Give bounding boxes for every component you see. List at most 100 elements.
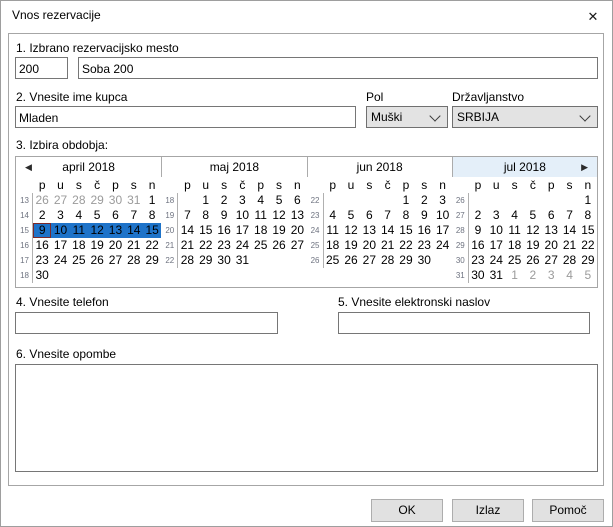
calendar-day[interactable]: 24 xyxy=(51,253,69,268)
calendar-day[interactable]: 25 xyxy=(324,253,342,268)
calendar-day[interactable]: 15 xyxy=(143,223,161,238)
calendar-day[interactable]: 2 xyxy=(415,193,433,208)
calendar-day[interactable]: 6 xyxy=(542,208,560,223)
calendar-day[interactable]: 12 xyxy=(270,208,288,223)
calendar-day[interactable]: 13 xyxy=(542,223,560,238)
calendar-day[interactable]: 24 xyxy=(433,238,451,253)
calendar-month-title[interactable]: jun 2018 xyxy=(307,157,452,177)
calendar-day[interactable]: 2 xyxy=(33,208,51,223)
calendar-day[interactable]: 19 xyxy=(88,238,106,253)
email-input[interactable] xyxy=(338,312,590,334)
calendar-day[interactable]: 29 xyxy=(88,193,106,208)
calendar-day[interactable]: 27 xyxy=(106,253,124,268)
calendar-day[interactable]: 21 xyxy=(125,238,143,253)
calendar-day[interactable]: 18 xyxy=(505,238,523,253)
calendar-day[interactable]: 19 xyxy=(270,223,288,238)
calendar-prev-icon[interactable]: ◀ xyxy=(25,162,32,172)
calendar-day[interactable]: 3 xyxy=(487,208,505,223)
calendar-month-title[interactable]: maj 2018 xyxy=(161,157,306,177)
calendar-day[interactable]: 14 xyxy=(178,223,196,238)
calendar-day[interactable]: 5 xyxy=(342,208,360,223)
calendar-day[interactable]: 25 xyxy=(505,253,523,268)
calendar-day[interactable]: 6 xyxy=(360,208,378,223)
calendar-day[interactable]: 12 xyxy=(88,223,106,238)
calendar-day[interactable]: 7 xyxy=(560,208,578,223)
calendar-day[interactable]: 28 xyxy=(125,253,143,268)
calendar-day[interactable]: 12 xyxy=(342,223,360,238)
calendar-day[interactable]: 11 xyxy=(252,208,270,223)
citizenship-select[interactable]: SRBIJA xyxy=(452,106,598,128)
calendar-day[interactable]: 8 xyxy=(143,208,161,223)
calendar-day[interactable]: 7 xyxy=(378,208,396,223)
calendar-day[interactable]: 25 xyxy=(252,238,270,253)
calendar-day[interactable]: 31 xyxy=(125,193,143,208)
calendar-day[interactable]: 22 xyxy=(397,238,415,253)
calendar-day[interactable]: 23 xyxy=(415,238,433,253)
calendar-day[interactable]: 30 xyxy=(106,193,124,208)
calendar-day[interactable]: 29 xyxy=(143,253,161,268)
calendar-day[interactable]: 2 xyxy=(215,193,233,208)
calendar-day[interactable]: 3 xyxy=(542,268,560,283)
calendar-day[interactable]: 10 xyxy=(487,223,505,238)
calendar-day[interactable]: 23 xyxy=(33,253,51,268)
calendar-day[interactable]: 30 xyxy=(33,268,51,283)
calendar-day[interactable]: 24 xyxy=(487,253,505,268)
calendar-day[interactable]: 10 xyxy=(51,223,69,238)
calendar-day[interactable]: 30 xyxy=(415,253,433,268)
calendar-day[interactable]: 23 xyxy=(469,253,487,268)
calendar-day[interactable]: 29 xyxy=(197,253,215,268)
calendar-day[interactable]: 27 xyxy=(288,238,306,253)
calendar-day[interactable]: 28 xyxy=(178,253,196,268)
phone-input[interactable] xyxy=(15,312,278,334)
calendar-day[interactable]: 8 xyxy=(579,208,597,223)
calendar-day[interactable]: 1 xyxy=(579,193,597,208)
calendar-day[interactable]: 31 xyxy=(233,253,251,268)
notes-textarea[interactable] xyxy=(15,364,598,472)
calendar-day[interactable]: 25 xyxy=(70,253,88,268)
calendar-day[interactable]: 14 xyxy=(560,223,578,238)
calendar-next-icon[interactable]: ▶ xyxy=(581,162,588,172)
exit-button[interactable]: Izlaz xyxy=(452,499,524,522)
calendar-day[interactable]: 26 xyxy=(524,253,542,268)
help-button[interactable]: Pomoč xyxy=(532,499,604,522)
calendar-day[interactable]: 19 xyxy=(342,238,360,253)
calendar-day[interactable]: 12 xyxy=(524,223,542,238)
calendar-day[interactable]: 16 xyxy=(215,223,233,238)
calendar-day[interactable]: 17 xyxy=(233,223,251,238)
calendar-day[interactable]: 9 xyxy=(469,223,487,238)
calendar-day[interactable]: 8 xyxy=(397,208,415,223)
calendar-day[interactable]: 11 xyxy=(70,223,88,238)
calendar-day[interactable]: 14 xyxy=(378,223,396,238)
calendar-day[interactable]: 4 xyxy=(252,193,270,208)
calendar-day[interactable]: 5 xyxy=(524,208,542,223)
calendar-day[interactable]: 4 xyxy=(505,208,523,223)
ok-button[interactable]: OK xyxy=(371,499,443,522)
calendar-day[interactable]: 6 xyxy=(288,193,306,208)
calendar-day[interactable]: 2 xyxy=(469,208,487,223)
calendar-day[interactable]: 26 xyxy=(88,253,106,268)
calendar-day[interactable]: 22 xyxy=(143,238,161,253)
calendar-day[interactable]: 28 xyxy=(560,253,578,268)
calendar-day[interactable]: 20 xyxy=(360,238,378,253)
calendar-day[interactable]: 26 xyxy=(342,253,360,268)
calendar-day[interactable]: 1 xyxy=(143,193,161,208)
calendar-day[interactable]: 30 xyxy=(215,253,233,268)
calendar-day[interactable]: 24 xyxy=(233,238,251,253)
calendar-day[interactable]: 21 xyxy=(178,238,196,253)
calendar-day[interactable]: 16 xyxy=(469,238,487,253)
calendar-day[interactable]: 13 xyxy=(106,223,124,238)
calendar-month-title[interactable]: april 2018 xyxy=(16,157,161,177)
calendar-day[interactable]: 9 xyxy=(215,208,233,223)
calendar-day[interactable]: 29 xyxy=(397,253,415,268)
calendar-day[interactable]: 22 xyxy=(579,238,597,253)
calendar-day[interactable]: 4 xyxy=(560,268,578,283)
calendar-day[interactable]: 19 xyxy=(524,238,542,253)
calendar-day[interactable]: 5 xyxy=(579,268,597,283)
calendar-day[interactable]: 10 xyxy=(433,208,451,223)
calendar-day[interactable]: 2 xyxy=(524,268,542,283)
calendar-day[interactable]: 15 xyxy=(197,223,215,238)
calendar-day[interactable]: 16 xyxy=(415,223,433,238)
close-button[interactable]: ✕ xyxy=(576,3,610,29)
calendar-day[interactable]: 28 xyxy=(70,193,88,208)
calendar-day[interactable]: 17 xyxy=(51,238,69,253)
